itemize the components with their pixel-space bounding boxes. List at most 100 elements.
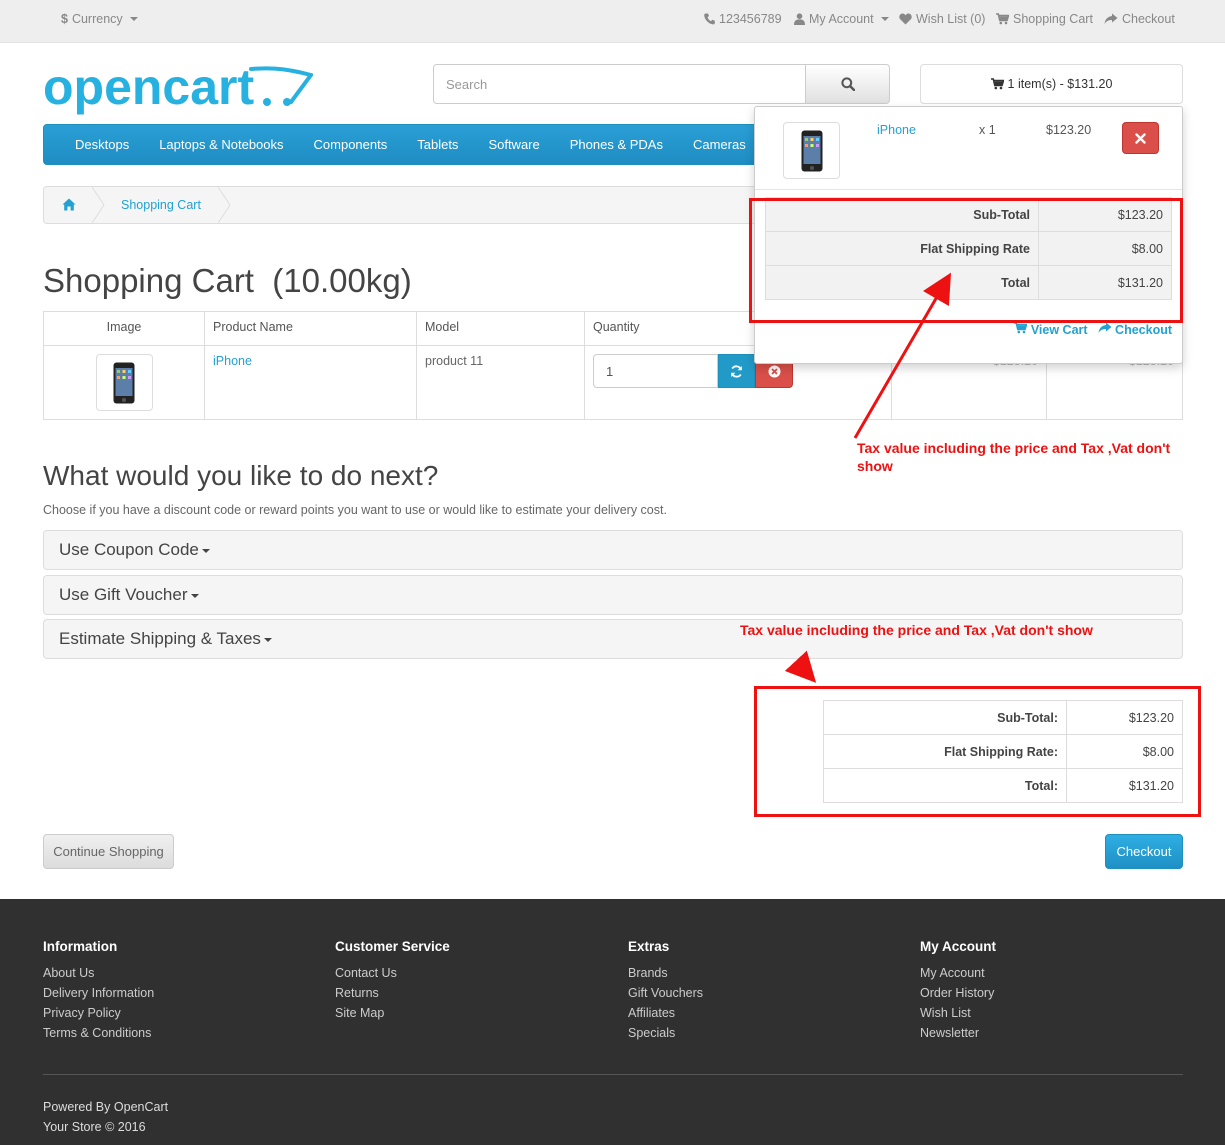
menu-item-phones[interactable]: Phones & PDAs — [555, 125, 678, 164]
product-link[interactable]: iPhone — [213, 354, 252, 368]
voucher-panel[interactable]: Use Gift Voucher — [43, 575, 1183, 615]
annotation-box-dropdown-totals — [749, 198, 1183, 323]
dropdown-checkout-link[interactable]: Checkout — [1098, 322, 1172, 337]
dropdown-remove-button[interactable] — [1122, 122, 1159, 154]
footer-column-information: Information About Us Delivery Informatio… — [43, 939, 154, 1043]
footer-link[interactable]: About Us — [43, 963, 154, 983]
cart-total-button[interactable]: 1 item(s) - $131.20 — [920, 64, 1183, 104]
shopping-cart-link[interactable]: Shopping Cart — [996, 12, 1093, 26]
iphone-image — [801, 130, 822, 171]
footer-link[interactable]: Privacy Policy — [43, 1003, 154, 1023]
chevron-down-icon — [263, 637, 272, 642]
home-icon[interactable] — [62, 198, 76, 214]
menu-item-software[interactable]: Software — [473, 125, 554, 164]
product-thumbnail[interactable] — [95, 354, 153, 411]
menu-item-desktops[interactable]: Desktops — [60, 125, 144, 164]
model-cell: product 11 — [416, 345, 585, 420]
opencart-link[interactable]: OpenCart — [114, 1100, 168, 1114]
next-heading: What would you like to do next? — [43, 460, 439, 491]
user-icon — [794, 13, 805, 25]
dropdown-price: $123.20 — [1046, 123, 1092, 137]
footer-link[interactable]: Returns — [335, 983, 450, 1003]
footer-link[interactable]: Brands — [628, 963, 703, 983]
footer-link[interactable]: Wish List — [920, 1003, 996, 1023]
menu-item-laptops[interactable]: Laptops & Notebooks — [144, 125, 298, 164]
wish-list-link[interactable]: Wish List (0) — [899, 12, 985, 26]
footer-link[interactable]: Terms & Conditions — [43, 1023, 154, 1043]
currency-label: Currency — [71, 12, 123, 26]
footer-link[interactable]: Affiliates — [628, 1003, 703, 1023]
dropdown-product-thumbnail[interactable] — [783, 122, 840, 179]
coupon-panel[interactable]: Use Coupon Code — [43, 530, 1183, 570]
dollar-icon: $ — [61, 12, 68, 26]
share-icon — [1104, 13, 1118, 24]
footer-link[interactable]: My Account — [920, 963, 996, 983]
footer: Information About Us Delivery Informatio… — [0, 899, 1225, 1145]
chevron-down-icon — [129, 17, 138, 21]
checkout-button[interactable]: Checkout — [1105, 834, 1183, 869]
update-button[interactable] — [718, 354, 755, 388]
quantity-input[interactable] — [593, 354, 718, 388]
copyright-text: Your Store © 2016 — [43, 1120, 146, 1134]
wish-list-label: Wish List (0) — [916, 12, 986, 26]
breadcrumb-separator — [218, 187, 231, 223]
footer-bottom: Powered By OpenCart Your Store © 2016 — [43, 1097, 168, 1137]
chevron-down-icon — [880, 17, 889, 21]
footer-link[interactable]: Specials — [628, 1023, 703, 1043]
breadcrumb-separator — [92, 187, 105, 223]
my-account-label: My Account — [809, 12, 874, 26]
checkout-link[interactable]: Checkout — [1104, 12, 1175, 26]
footer-column-extras: Extras Brands Gift Vouchers Affiliates S… — [628, 939, 703, 1043]
footer-link[interactable]: Contact Us — [335, 963, 450, 983]
dropdown-checkout-label: Checkout — [1115, 323, 1172, 337]
product-name-cell: iPhone — [204, 345, 417, 420]
shopping-cart-label: Shopping Cart — [1013, 12, 1093, 26]
phone-link[interactable]: 123456789 — [704, 12, 782, 26]
refresh-icon — [731, 364, 742, 378]
chevron-down-icon — [190, 593, 199, 598]
search-icon — [840, 77, 855, 91]
search-button[interactable] — [805, 64, 890, 104]
next-description: Choose if you have a discount code or re… — [43, 503, 667, 517]
footer-link[interactable]: Gift Vouchers — [628, 983, 703, 1003]
phone-label: 123456789 — [719, 12, 782, 26]
menu-item-tablets[interactable]: Tablets — [402, 125, 473, 164]
view-cart-link[interactable]: View Cart — [1014, 322, 1088, 337]
search-group — [433, 64, 890, 104]
footer-heading: Customer Service — [335, 939, 450, 954]
top-bar: $ Currency 123456789 My Account Wish Lis… — [0, 0, 1225, 43]
footer-heading: Extras — [628, 939, 670, 954]
dropdown-links: View Cart Checkout — [1014, 322, 1172, 337]
page-title: Shopping Cart (10.00kg) — [43, 262, 412, 299]
dropdown-product-link[interactable]: iPhone — [877, 123, 916, 137]
opencart-logo[interactable]: opencart — [43, 58, 315, 118]
my-account-dropdown[interactable]: My Account — [794, 12, 889, 26]
column-header-model: Model — [416, 311, 585, 346]
close-circle-icon — [768, 365, 780, 377]
phone-icon — [704, 13, 715, 25]
footer-link[interactable]: Site Map — [335, 1003, 450, 1023]
column-header-image: Image — [43, 311, 205, 346]
cart-icon — [996, 13, 1009, 25]
product-image-cell — [43, 345, 205, 420]
breadcrumb-shopping-cart[interactable]: Shopping Cart — [121, 198, 201, 212]
iphone-image — [113, 362, 135, 403]
footer-link[interactable]: Delivery Information — [43, 983, 154, 1003]
cart-total-label: 1 item(s) - $131.20 — [1007, 77, 1113, 91]
coupon-panel-title: Use Coupon Code — [59, 540, 199, 559]
close-icon — [1135, 132, 1146, 144]
menu-item-cameras[interactable]: Cameras — [678, 125, 761, 164]
search-input[interactable] — [433, 64, 806, 104]
voucher-panel-title: Use Gift Voucher — [59, 585, 188, 604]
continue-shopping-button[interactable]: Continue Shopping — [43, 834, 174, 869]
menu-item-components[interactable]: Components — [299, 125, 403, 164]
cart-icon — [1014, 322, 1028, 334]
currency-dropdown[interactable]: $ Currency — [61, 12, 138, 26]
cart-icon — [990, 78, 1004, 90]
logo-text: opencart — [43, 59, 255, 115]
footer-link[interactable]: Order History — [920, 983, 996, 1003]
annotation-box-cart-totals — [754, 686, 1201, 817]
dropdown-divider — [755, 189, 1182, 190]
powered-by-text: Powered By — [43, 1100, 111, 1114]
footer-link[interactable]: Newsletter — [920, 1023, 996, 1043]
